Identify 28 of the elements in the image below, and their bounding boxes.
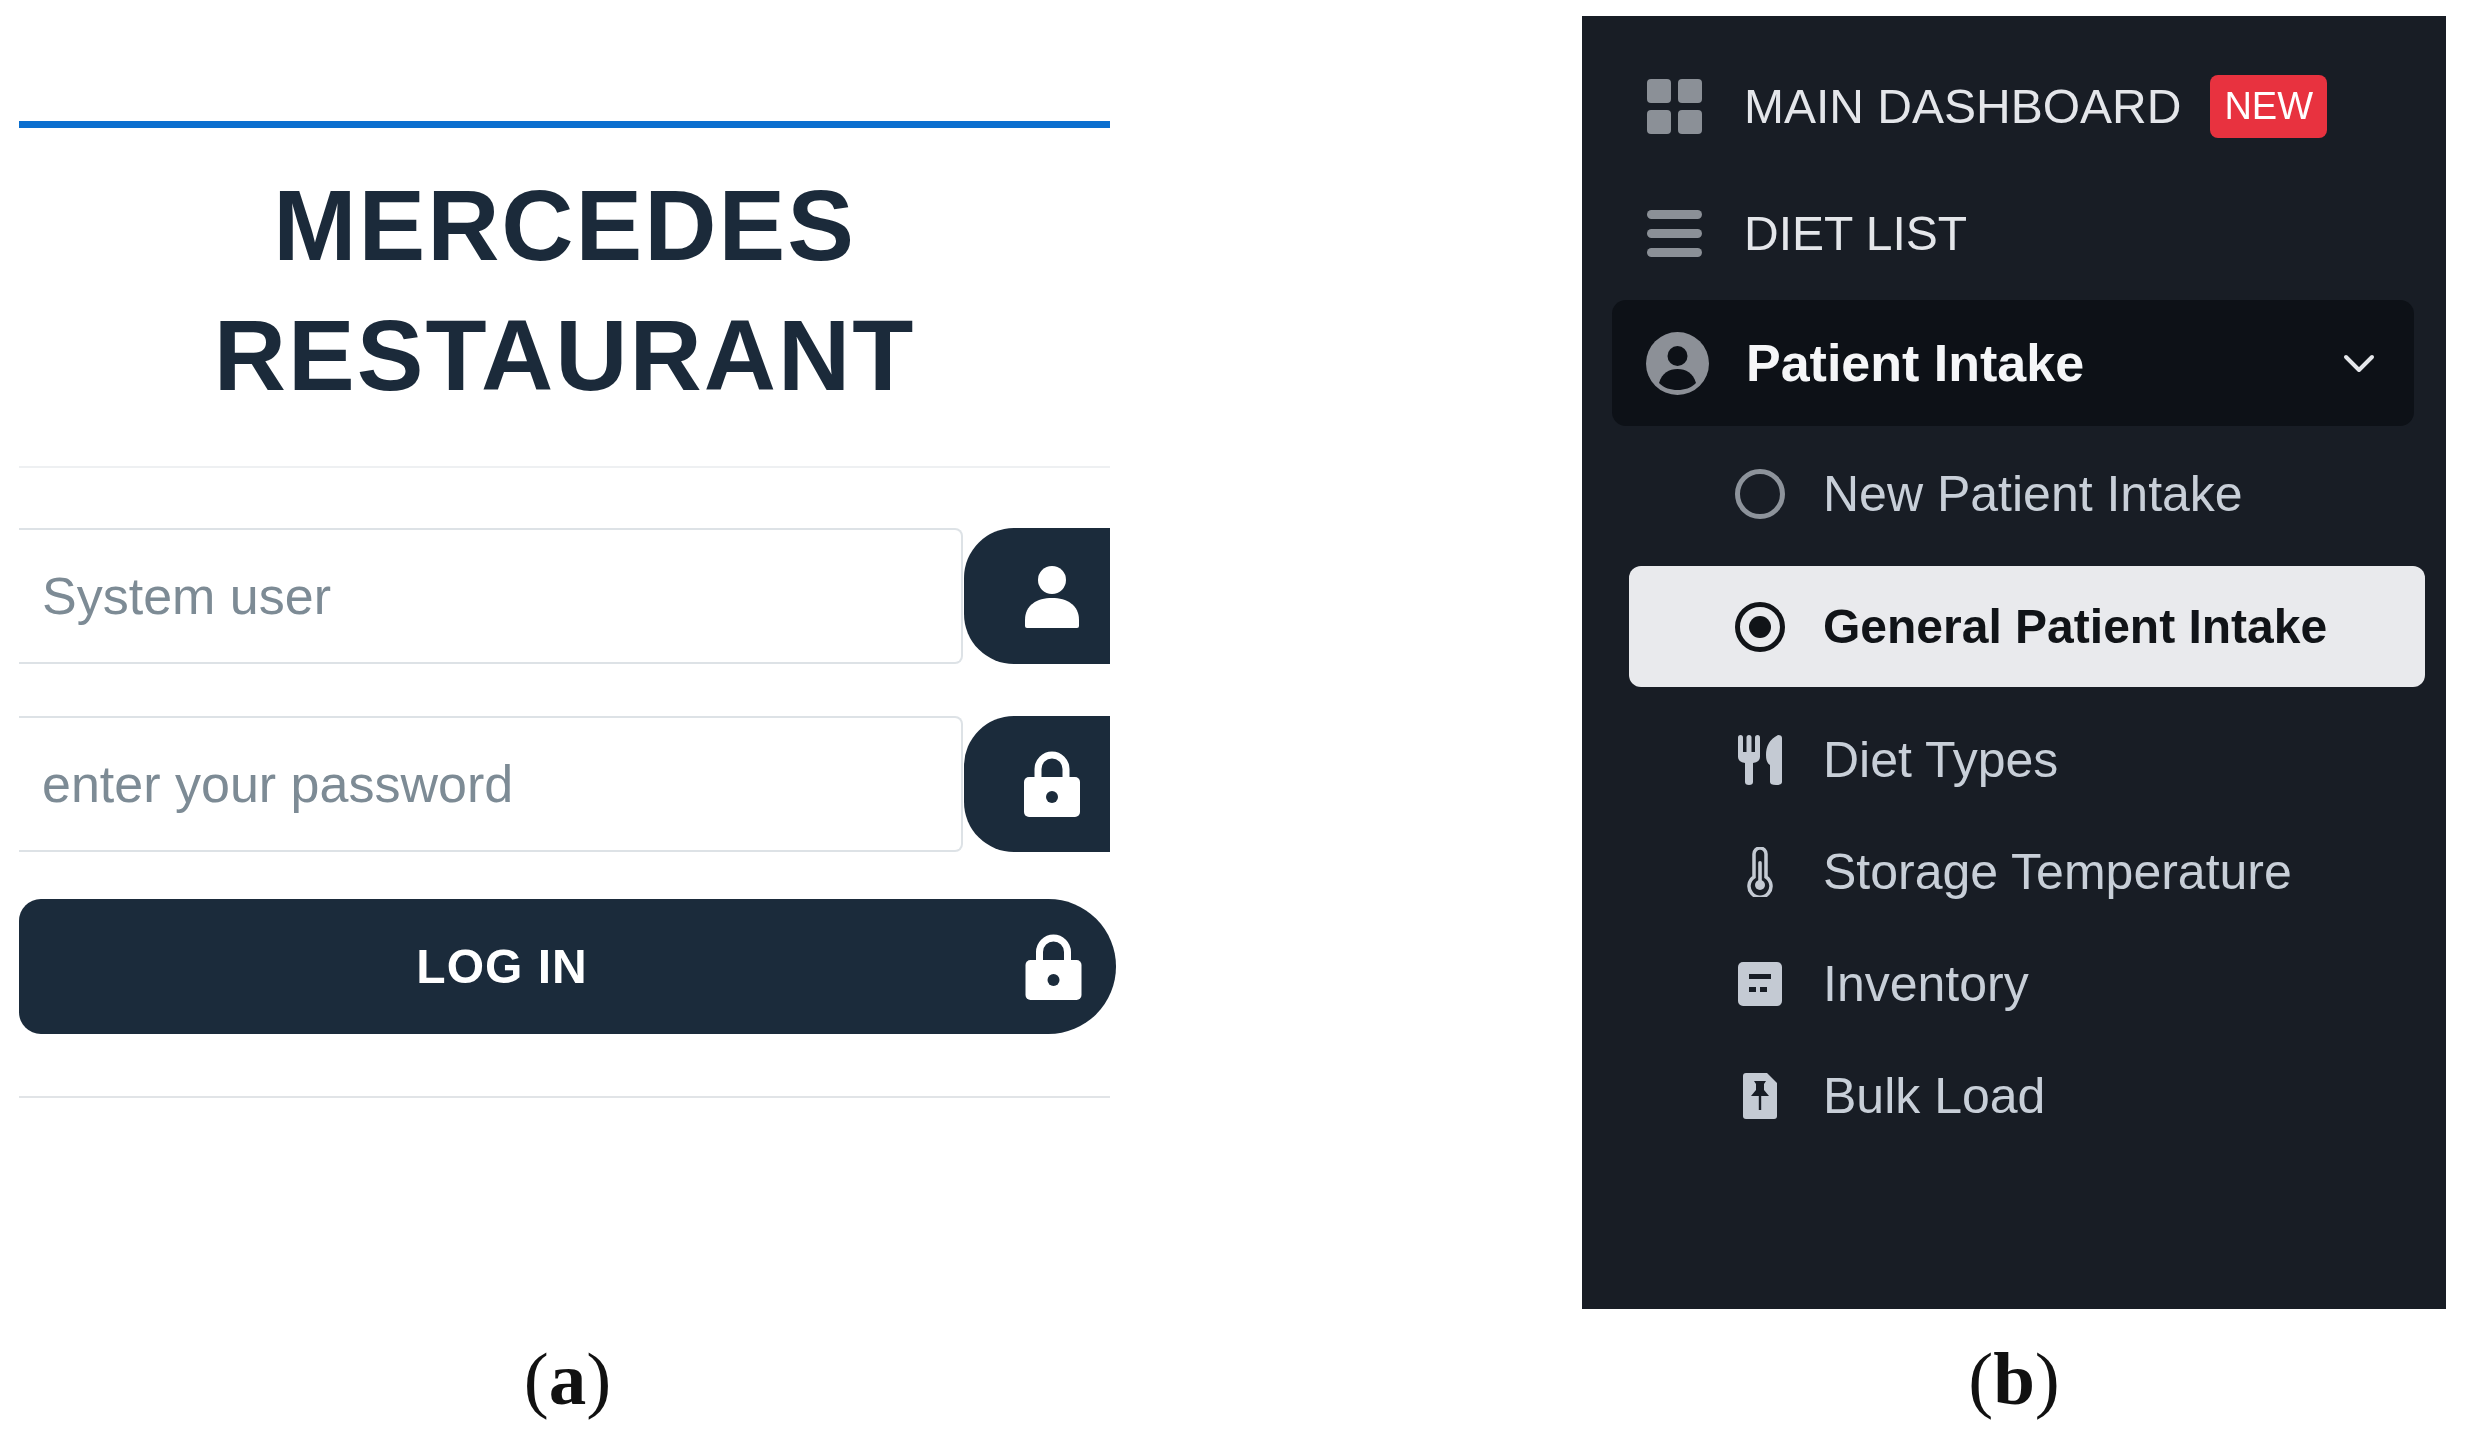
new-badge: NEW [2210,75,2328,138]
lock-icon [1025,933,1082,1000]
figure-caption: (b) [1968,1336,2060,1422]
submenu-item[interactable]: Storage Temperature [1629,816,2425,928]
sidebar-group-header[interactable]: Patient Intake [1612,300,2414,426]
sidebar-item[interactable]: DIET LIST [1612,170,2426,297]
submenu-item[interactable]: Diet Types [1629,704,2425,816]
submenu-item[interactable]: New Patient Intake [1629,438,2425,550]
radio-icon [1735,469,1785,519]
username-field[interactable]: System user [19,528,963,664]
sidebar-item[interactable]: MAIN DASHBOARD NEW [1612,43,2426,170]
pinned-file-icon [1743,1073,1777,1119]
grid-icon [1647,79,1702,134]
login-button[interactable]: LOG IN [19,899,1116,1034]
menu-icon [1647,210,1702,257]
thermometer-icon [1746,847,1774,897]
fork-knife-icon [1738,735,1782,785]
lock-tile-icon [964,716,1110,852]
submenu-item[interactable]: Bulk Load [1629,1040,2425,1152]
user-circle-icon [1646,331,1709,395]
tile-icon [1738,962,1782,1006]
user-tile-icon [964,528,1110,664]
submenu-item[interactable]: General Patient Intake [1629,566,2425,687]
figure-caption: (a) [523,1336,612,1422]
brand-title: MERCEDES RESTAURANT [212,168,917,413]
radio-checked-icon [1735,601,1785,652]
submenu-item[interactable]: Inventory [1629,928,2425,1040]
password-field[interactable]: enter your password [19,716,963,852]
